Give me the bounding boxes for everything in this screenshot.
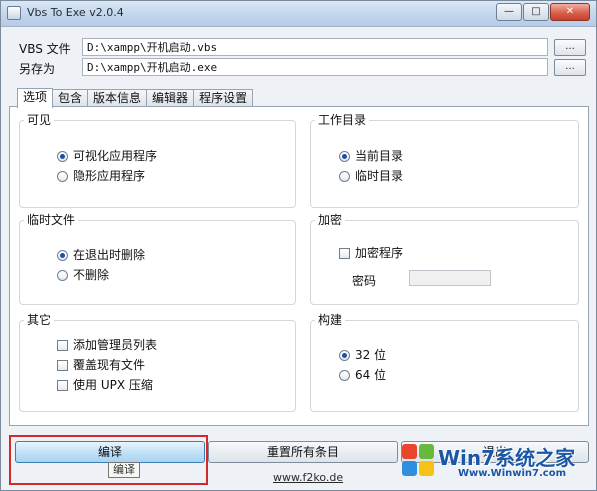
- radio-indicator[interactable]: [57, 249, 68, 261]
- checkbox-label: 添加管理员列表: [73, 338, 158, 352]
- watermark-url: Www.Winwin7.com: [458, 468, 567, 479]
- radio-delete-on-exit[interactable]: 在退出时删除: [57, 248, 145, 262]
- visible-group-title: 可见: [24, 113, 55, 127]
- radio-indicator[interactable]: [339, 369, 350, 381]
- radio-temp-dir[interactable]: 临时目录: [339, 169, 403, 183]
- tab-editor[interactable]: 编辑器: [146, 89, 195, 107]
- radio-32bit[interactable]: 32 位: [339, 348, 386, 362]
- checkbox-indicator[interactable]: [339, 247, 350, 259]
- radio-indicator[interactable]: [339, 150, 350, 162]
- other-group-title: 其它: [24, 313, 55, 327]
- radio-label: 64 位: [355, 368, 387, 382]
- compile-button[interactable]: 编译: [15, 441, 205, 463]
- tempfile-group: 临时文件 在退出时删除 不删除: [19, 213, 296, 305]
- save-as-row: 另存为 D:\xampp\开机启动.exe ...: [19, 58, 589, 76]
- encrypt-group-title: 加密: [315, 213, 346, 227]
- browse-vbs-button[interactable]: ...: [554, 39, 586, 56]
- browse-exe-button[interactable]: ...: [554, 59, 586, 76]
- window-title: Vbs To Exe v2.0.4: [27, 6, 124, 19]
- build-group: 构建 32 位 64 位: [310, 313, 579, 412]
- tab-bar: 选项 包含 版本信息 编辑器 程序设置: [17, 88, 254, 108]
- workdir-group-title: 工作目录: [315, 113, 370, 127]
- close-button[interactable]: ✕: [550, 3, 590, 21]
- radio-indicator[interactable]: [57, 170, 68, 182]
- radio-invisible-app[interactable]: 隐形应用程序: [57, 169, 145, 183]
- radio-label: 当前目录: [355, 149, 404, 163]
- workdir-group: 工作目录 当前目录 临时目录: [310, 113, 579, 208]
- windows-logo-icon: [402, 444, 436, 478]
- compile-tooltip: 编译: [108, 462, 140, 478]
- other-group: 其它 添加管理员列表 覆盖现有文件 使用 UPX 压缩: [19, 313, 296, 412]
- radio-label: 在退出时删除: [73, 248, 146, 262]
- app-icon: [7, 6, 21, 20]
- vbs-file-input[interactable]: D:\xampp\开机启动.vbs: [82, 38, 548, 56]
- checkbox-label: 覆盖现有文件: [73, 358, 146, 372]
- password-input[interactable]: [409, 270, 491, 286]
- radio-indicator[interactable]: [57, 150, 68, 162]
- checkbox-encrypt-program[interactable]: 加密程序: [339, 246, 403, 260]
- title-bar[interactable]: Vbs To Exe v2.0.4 — □ ✕: [1, 1, 596, 27]
- radio-label: 32 位: [355, 348, 387, 362]
- website-link[interactable]: www.f2ko.de: [273, 471, 343, 484]
- checkbox-upx-compress[interactable]: 使用 UPX 压缩: [57, 378, 153, 392]
- checkbox-indicator[interactable]: [57, 379, 68, 391]
- tab-version-info[interactable]: 版本信息: [87, 89, 148, 107]
- save-as-input[interactable]: D:\xampp\开机启动.exe: [82, 58, 548, 76]
- minimize-button[interactable]: —: [496, 3, 522, 21]
- checkbox-add-admin-manifest[interactable]: 添加管理员列表: [57, 338, 157, 352]
- radio-label: 不删除: [73, 268, 110, 282]
- radio-64bit[interactable]: 64 位: [339, 368, 386, 382]
- watermark-title: Win7系统之家: [438, 446, 576, 470]
- tempfile-group-title: 临时文件: [24, 213, 79, 227]
- watermark: Win7系统之家 Www.Winwin7.com: [400, 438, 590, 486]
- radio-indicator[interactable]: [339, 170, 350, 182]
- vbs-file-row: VBS 文件 D:\xampp\开机启动.vbs ...: [19, 38, 589, 56]
- checkbox-overwrite-files[interactable]: 覆盖现有文件: [57, 358, 145, 372]
- radio-visible-app[interactable]: 可视化应用程序: [57, 149, 157, 163]
- radio-no-delete[interactable]: 不删除: [57, 268, 109, 282]
- tab-program-settings[interactable]: 程序设置: [193, 89, 254, 107]
- visible-group: 可见 可视化应用程序 隐形应用程序: [19, 113, 296, 208]
- app-window: Vbs To Exe v2.0.4 — □ ✕ VBS 文件 D:\xampp\…: [0, 0, 597, 491]
- checkbox-label: 使用 UPX 压缩: [73, 378, 153, 392]
- tab-include[interactable]: 包含: [52, 89, 89, 107]
- checkbox-indicator[interactable]: [57, 339, 68, 351]
- radio-label: 隐形应用程序: [73, 169, 146, 183]
- radio-current-dir[interactable]: 当前目录: [339, 149, 403, 163]
- build-group-title: 构建: [315, 313, 346, 327]
- save-as-label: 另存为: [19, 62, 56, 76]
- password-label: 密码: [352, 274, 377, 288]
- reset-all-button[interactable]: 重置所有条目: [208, 441, 398, 463]
- encrypt-group: 加密 加密程序 密码: [310, 213, 579, 305]
- radio-indicator[interactable]: [57, 269, 68, 281]
- vbs-file-label: VBS 文件: [19, 42, 71, 56]
- radio-label: 可视化应用程序: [73, 149, 158, 163]
- maximize-button[interactable]: □: [523, 3, 549, 21]
- radio-label: 临时目录: [355, 169, 404, 183]
- options-panel: 可见 可视化应用程序 隐形应用程序 工作目录 当前目录 临时目录 临时文件 在退…: [9, 106, 589, 426]
- checkbox-label: 加密程序: [355, 246, 404, 260]
- checkbox-indicator[interactable]: [57, 359, 68, 371]
- tab-options[interactable]: 选项: [17, 88, 54, 108]
- radio-indicator[interactable]: [339, 349, 350, 361]
